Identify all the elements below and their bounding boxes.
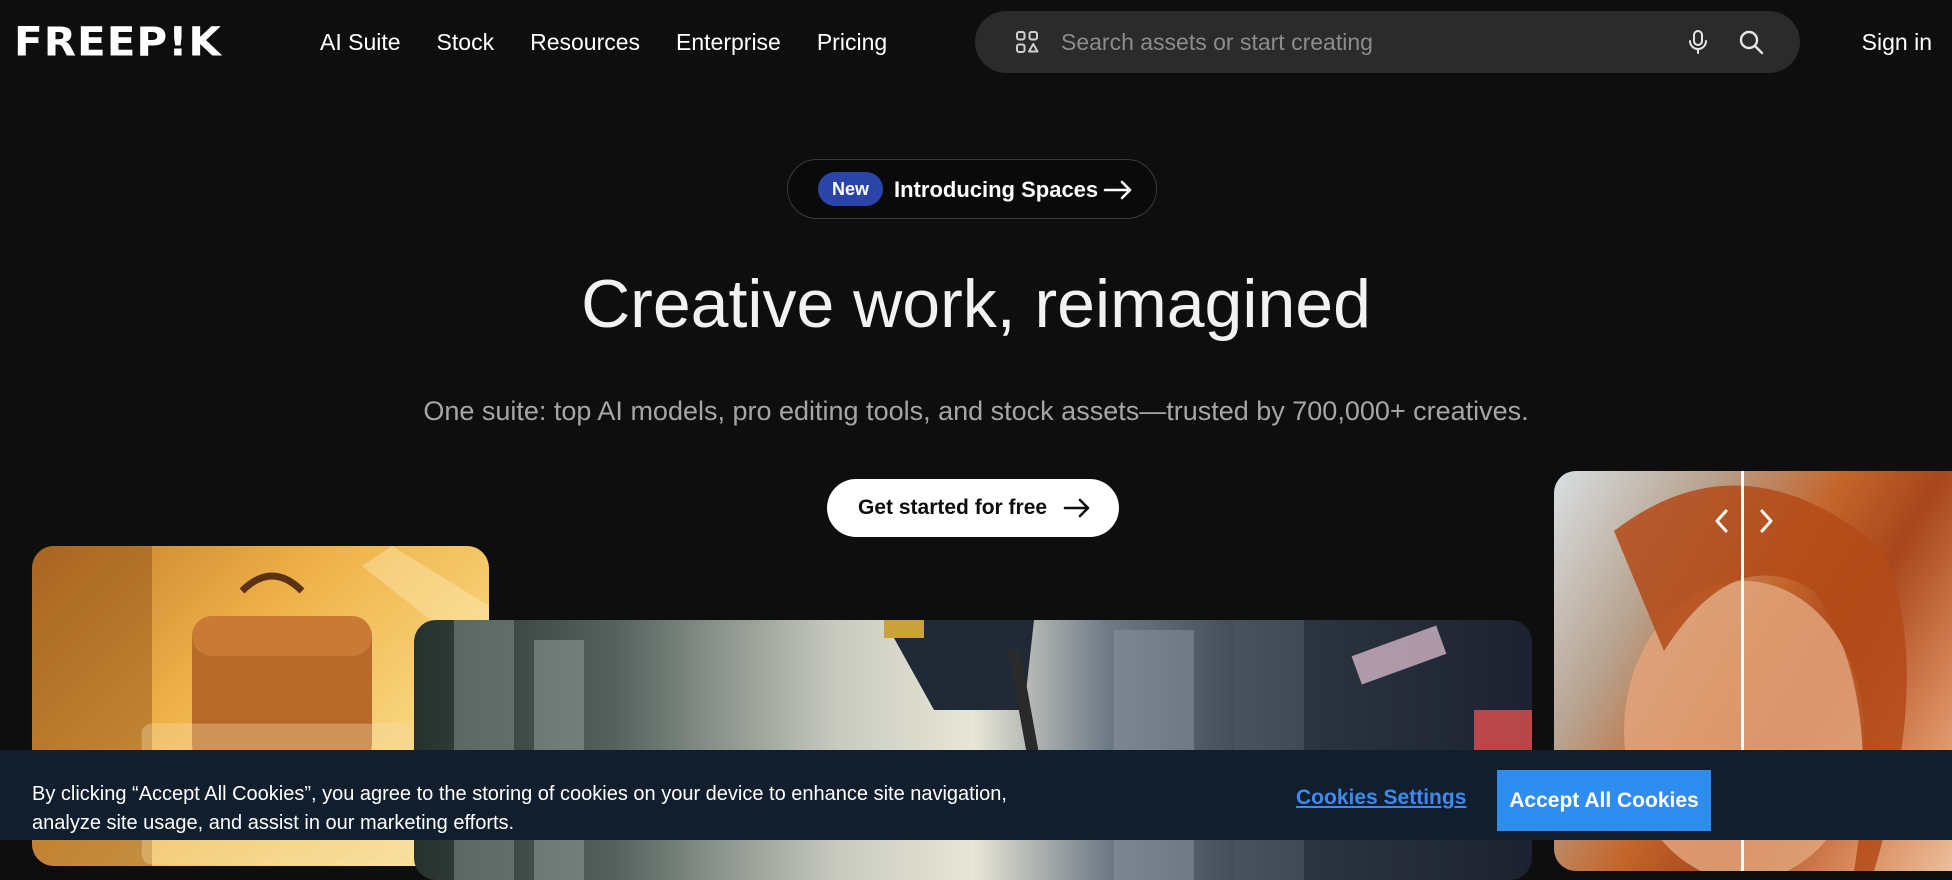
main-nav: AI Suite Stock Resources Enterprise Pric… (320, 26, 887, 58)
hero-subheadline: One suite: top AI models, pro editing to… (423, 396, 1529, 426)
nav-ai-suite[interactable]: AI Suite (320, 26, 401, 58)
search-icon[interactable] (1738, 29, 1764, 55)
microphone-icon[interactable] (1686, 29, 1710, 55)
nav-resources[interactable]: Resources (530, 26, 640, 58)
get-started-button[interactable]: Get started for free (827, 479, 1119, 537)
announcement-text: Introducing Spaces (894, 177, 1099, 202)
freepik-logo[interactable]: FREEP!K (14, 21, 222, 63)
arrow-right-icon (1103, 180, 1132, 200)
search-input[interactable] (1059, 27, 1686, 57)
cookie-banner: By clicking “Accept All Cookies”, you ag… (0, 750, 1952, 840)
accept-all-cookies-button[interactable]: Accept All Cookies (1497, 770, 1711, 831)
chevron-left-icon[interactable] (1712, 507, 1732, 535)
get-started-label: Get started for free (858, 496, 1048, 519)
sign-in-link[interactable]: Sign in (1862, 26, 1932, 58)
hero-headline: Creative work, reimagined (581, 266, 1371, 342)
new-badge: New (818, 172, 884, 206)
nav-stock[interactable]: Stock (437, 26, 495, 58)
apps-icon[interactable] (1015, 30, 1039, 54)
chevron-right-icon[interactable] (1756, 507, 1776, 535)
search-bar (975, 11, 1800, 73)
nav-pricing[interactable]: Pricing (817, 26, 887, 58)
nav-enterprise[interactable]: Enterprise (676, 26, 781, 58)
arrow-right-icon (1063, 498, 1090, 518)
cookie-message: By clicking “Accept All Cookies”, you ag… (32, 783, 1007, 834)
cookies-settings-link[interactable]: Cookies Settings (1296, 784, 1466, 812)
announcement-pill[interactable]: New Introducing Spaces (787, 159, 1157, 219)
site-header: FREEP!K AI Suite Stock Resources Enterpr… (0, 0, 1952, 84)
